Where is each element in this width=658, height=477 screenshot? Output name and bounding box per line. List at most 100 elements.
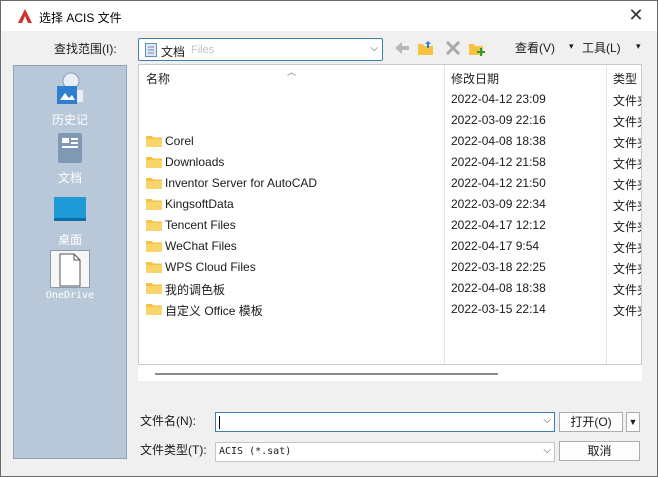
file-date: 2022-03-09 22:34 — [451, 197, 546, 211]
file-date: 2022-04-12 21:58 — [451, 155, 546, 169]
chevron-down-icon: ⌵ — [370, 43, 378, 54]
look-in-label: 查找范围(I): — [54, 42, 117, 56]
file-date: 2022-03-18 22:25 — [451, 260, 546, 274]
documents-icon — [58, 133, 82, 163]
open-options-dropdown[interactable]: ▼ — [626, 412, 640, 432]
folder-icon — [146, 283, 162, 294]
up-folder-icon[interactable] — [416, 39, 436, 57]
place-desktop[interactable]: 桌面 — [14, 194, 126, 248]
file-type: 文件夹 — [613, 304, 641, 318]
file-type: 文件夹 — [613, 241, 641, 255]
file-type: 文件夹 — [613, 157, 641, 171]
column-header-date[interactable]: 修改日期 — [451, 70, 499, 87]
file-row[interactable]: Tencent Files 2022-04-17 12:12 文件夹 — [139, 215, 641, 236]
place-desktop-label: 桌面 — [57, 233, 82, 247]
filename-label: 文件名(N): — [140, 414, 196, 428]
file-date: 2022-04-08 18:38 — [451, 134, 546, 148]
file-name: WPS Cloud Files — [165, 260, 256, 274]
file-type: 文件夹 — [613, 115, 641, 129]
file-type: 文件夹 — [613, 178, 641, 192]
file-row[interactable]: Downloads 2022-04-12 21:58 文件夹 — [139, 152, 641, 173]
documents-folder-icon — [145, 43, 157, 57]
folder-icon — [146, 157, 162, 168]
text-caret — [219, 416, 220, 429]
file-name: Tencent Files — [165, 218, 236, 232]
file-row[interactable]: Corel 2022-04-08 18:38 文件夹 — [139, 131, 641, 152]
file-type: 文件夹 — [613, 262, 641, 276]
file-name: Inventor Server for AutoCAD — [165, 176, 318, 190]
place-onedrive[interactable]: OneDrive — [14, 250, 126, 301]
file-type: 文件夹 — [613, 136, 641, 150]
views-menu[interactable]: 查看(V) — [515, 39, 555, 56]
column-header-type[interactable]: 类型 — [613, 70, 637, 87]
look-in-ghost-text: Files — [191, 44, 215, 56]
folder-icon — [146, 262, 162, 273]
place-history-label: 历史记 — [51, 113, 88, 127]
file-row[interactable]: 2022-03-09 22:16 文件夹 — [139, 110, 641, 131]
horizontal-scrollbar[interactable] — [138, 365, 642, 381]
folder-icon — [146, 199, 162, 210]
file-row[interactable]: 自定义 Office 模板 2022-03-15 22:14 文件夹 — [139, 299, 641, 320]
look-in-dropdown[interactable]: 文档 Files ⌵ — [138, 38, 383, 61]
column-header-name[interactable]: 名称 — [146, 70, 170, 87]
places-sidebar: 历史记 文档 桌面 OneDrive — [13, 65, 127, 459]
window-title: 选择 ACIS 文件 — [39, 11, 122, 25]
file-type: 文件夹 — [613, 283, 641, 297]
filename-input[interactable]: ⌵ — [215, 412, 555, 432]
delete-icon[interactable] — [443, 39, 463, 57]
chevron-down-icon[interactable]: ⌵ — [543, 415, 551, 426]
file-row[interactable]: 2022-04-12 23:09 文件夹 — [139, 89, 641, 110]
back-arrow-icon[interactable] — [392, 39, 412, 57]
filetype-label: 文件类型(T): — [140, 443, 207, 457]
file-date: 2022-04-12 23:09 — [451, 92, 546, 106]
file-row[interactable]: KingsoftData 2022-03-09 22:34 文件夹 — [139, 194, 641, 215]
filetype-select[interactable]: ACIS (*.sat) ⌵ — [215, 442, 555, 462]
chevron-down-icon: ⌵ — [543, 445, 551, 456]
folder-icon — [146, 220, 162, 231]
filetype-value: ACIS (*.sat) — [219, 446, 292, 457]
cancel-button[interactable]: 取消 — [559, 441, 640, 461]
title-bar: 选择 ACIS 文件 ✕ — [1, 1, 657, 31]
file-date: 2022-03-15 22:14 — [451, 302, 546, 316]
file-row[interactable]: WeChat Files 2022-04-17 9:54 文件夹 — [139, 236, 641, 257]
file-type: 文件夹 — [613, 220, 641, 234]
file-row[interactable]: WPS Cloud Files 2022-03-18 22:25 文件夹 — [139, 257, 641, 278]
views-dropdown-icon[interactable]: ▾ — [569, 41, 574, 52]
file-date: 2022-04-08 18:38 — [451, 281, 546, 295]
folder-icon — [146, 136, 162, 147]
open-button[interactable]: 打开(O) — [559, 412, 623, 432]
onedrive-icon — [59, 253, 81, 287]
file-row[interactable]: Inventor Server for AutoCAD 2022-04-12 21… — [139, 173, 641, 194]
new-folder-icon[interactable] — [467, 39, 487, 57]
folder-icon — [146, 304, 162, 315]
file-date: 2022-04-17 12:12 — [451, 218, 546, 232]
file-date: 2022-03-09 22:16 — [451, 113, 546, 127]
folder-icon — [146, 241, 162, 252]
file-name: Downloads — [165, 155, 225, 169]
close-button[interactable]: ✕ — [623, 4, 649, 28]
file-type: 文件夹 — [613, 199, 641, 213]
file-name: WeChat Files — [165, 239, 237, 253]
place-documents[interactable]: 文档 — [14, 132, 126, 186]
file-date: 2022-04-17 9:54 — [451, 239, 540, 253]
scrollbar-thumb[interactable] — [155, 373, 498, 375]
file-name: 自定义 Office 模板 — [165, 304, 263, 318]
onedrive-tile — [50, 250, 90, 288]
look-in-value: 文档 — [161, 45, 186, 59]
file-name: Corel — [165, 134, 194, 148]
place-history[interactable]: 历史记 — [14, 72, 126, 128]
history-icon — [57, 72, 83, 104]
file-type: 文件夹 — [613, 94, 641, 108]
file-date: 2022-04-12 21:50 — [451, 176, 546, 190]
place-documents-label: 文档 — [57, 171, 82, 185]
desktop-icon — [54, 197, 86, 221]
tools-dropdown-icon[interactable]: ▾ — [636, 41, 641, 52]
sort-ascending-icon: ︿ — [287, 67, 297, 77]
place-onedrive-label: OneDrive — [45, 290, 95, 301]
folder-icon — [146, 178, 162, 189]
tools-menu[interactable]: 工具(L) — [582, 39, 621, 56]
file-row[interactable]: 我的调色板 2022-04-08 18:38 文件夹 — [139, 278, 641, 299]
autocad-app-icon — [18, 9, 32, 23]
file-list: ︿ 名称 修改日期 类型 2022-04-12 23:09文件夹2022-03-… — [138, 64, 642, 365]
file-name: 我的调色板 — [165, 283, 226, 297]
